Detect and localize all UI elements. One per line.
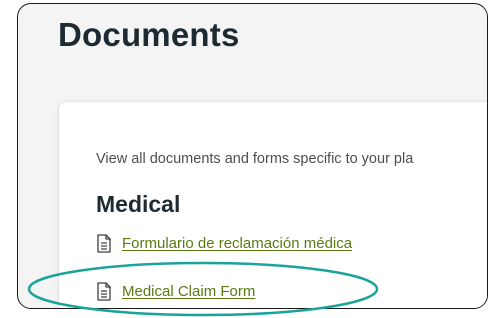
documents-description: View all documents and forms specific to… — [96, 151, 414, 167]
document-link-label[interactable]: Medical Claim Form — [122, 283, 255, 300]
document-icon — [97, 282, 111, 301]
documents-card: View all documents and forms specific to… — [58, 101, 487, 308]
document-icon — [97, 234, 111, 253]
document-link-formulario[interactable]: Formulario de reclamación médica — [96, 234, 352, 253]
document-link-label[interactable]: Formulario de reclamación médica — [122, 235, 352, 252]
screenshot-frame: Documents View all documents and forms s… — [17, 3, 488, 309]
page-title: Documents — [58, 16, 240, 53]
section-title-medical: Medical — [96, 191, 181, 217]
document-link-medical-claim-form[interactable]: Medical Claim Form — [96, 282, 255, 301]
